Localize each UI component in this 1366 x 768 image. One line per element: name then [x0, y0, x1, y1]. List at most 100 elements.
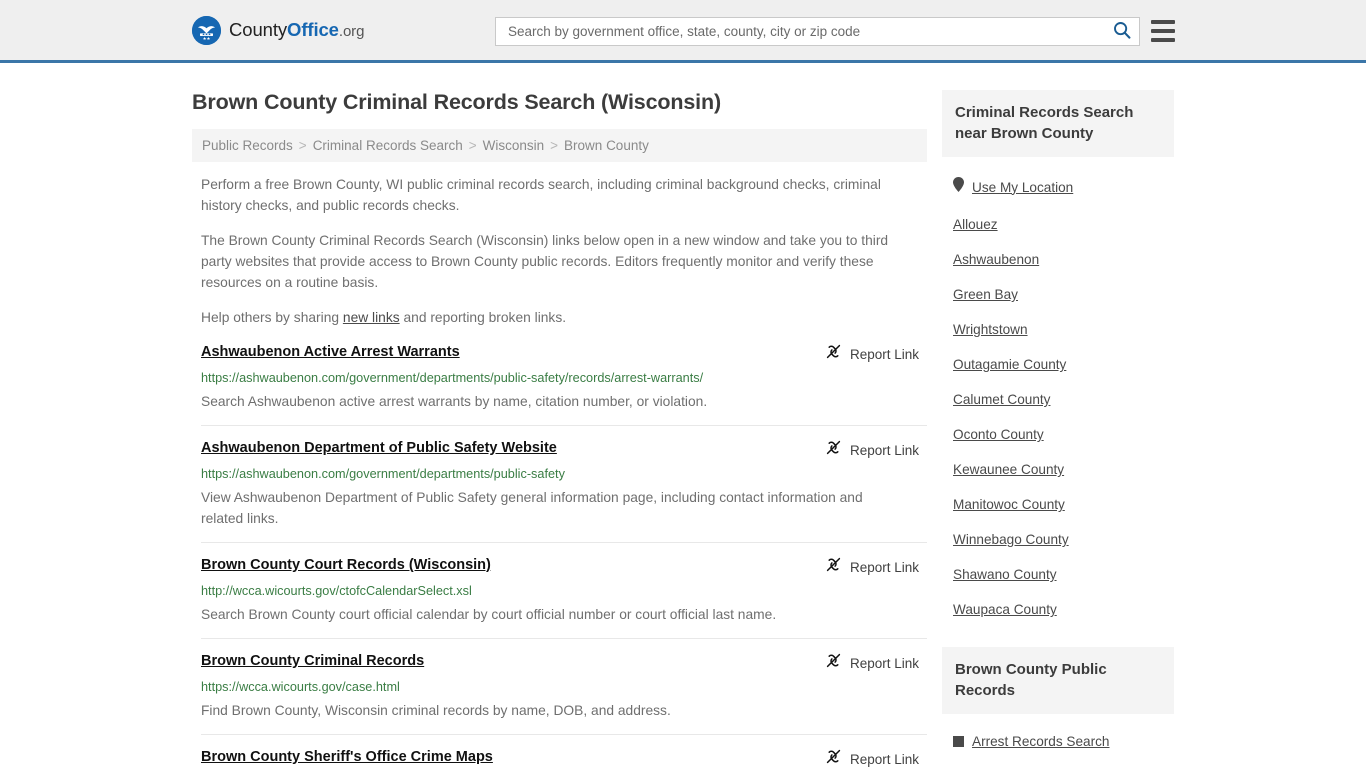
report-link-label: Report Link — [849, 559, 919, 575]
breadcrumb-item-public-records[interactable]: Public Records — [202, 138, 293, 153]
page-title: Brown County Criminal Records Search (Wi… — [192, 90, 721, 114]
breadcrumb: Public Records > Criminal Records Search > W… — [192, 129, 927, 162]
broken-link-icon — [825, 748, 842, 768]
result-url: https://ashwaubenon.com/government/depar… — [201, 371, 704, 385]
help-share-line: Help others by sharing new links and rep… — [192, 307, 927, 328]
sidebar-item-manitowoc-county[interactable]: Manitowoc County — [942, 497, 1174, 512]
site-header: ★★★ ★★ CountyOffice.org — [0, 0, 1366, 63]
menu-bar-1 — [1151, 20, 1175, 24]
sidebar-link-label[interactable]: Winnebago County — [953, 532, 1069, 547]
result-title-link[interactable]: Ashwaubenon Active Arrest Warrants — [201, 342, 460, 362]
sidebar-item-calumet-county[interactable]: Calumet County — [942, 392, 1174, 407]
logo-wordmark: CountyOffice.org — [229, 19, 364, 41]
help-share-prefix: Help others by sharing — [201, 310, 343, 325]
report-link-button[interactable]: Report Link — [825, 748, 919, 768]
result-item: Ashwaubenon Active Arrest Warrants Repor… — [201, 342, 927, 426]
breadcrumb-item-criminal-records-search[interactable]: Criminal Records Search — [313, 138, 463, 153]
result-description: Search Ashwaubenon active arrest warrant… — [201, 394, 708, 409]
sidebar-link-label[interactable]: Ashwaubenon — [953, 252, 1039, 267]
sidebar-item-outagamie-county[interactable]: Outagamie County — [942, 357, 1174, 372]
new-links-link[interactable]: new links — [343, 310, 400, 325]
result-url: http://wcca.wicourts.gov/ctofcCalendarSe… — [201, 584, 472, 598]
search-box[interactable] — [495, 17, 1140, 46]
report-link-label: Report Link — [849, 442, 919, 458]
logo-text-county: County — [229, 19, 288, 40]
result-title-link[interactable]: Brown County Court Records (Wisconsin) — [201, 555, 491, 575]
result-description: Search Brown County court official calen… — [201, 607, 777, 622]
sidebar-public-records-list: Arrest Records Search — [942, 734, 1174, 749]
map-pin-icon — [953, 177, 964, 197]
search-area — [495, 17, 1140, 46]
sidebar-link-label[interactable]: Green Bay — [953, 287, 1018, 302]
sidebar-item-use-my-location[interactable]: Use My Location — [942, 177, 1174, 197]
sidebar-item-ashwaubenon[interactable]: Ashwaubenon — [942, 252, 1174, 267]
result-title-link[interactable]: Brown County Sheriff's Office Crime Maps — [201, 747, 493, 767]
site-logo[interactable]: ★★★ ★★ CountyOffice.org — [192, 15, 364, 45]
sidebar-item-allouez[interactable]: Allouez — [942, 217, 1174, 232]
svg-text:★★: ★★ — [203, 36, 211, 42]
result-url: https://ashwaubenon.com/government/depar… — [201, 467, 565, 481]
breadcrumb-separator-3: > — [550, 138, 559, 153]
result-description: Find Brown County, Wisconsin criminal re… — [201, 703, 671, 718]
intro-paragraph-1: Perform a free Brown County, WI public c… — [201, 177, 881, 213]
broken-link-icon — [825, 652, 842, 674]
logo-text-org: .org — [338, 23, 365, 40]
sidebar-item-green-bay[interactable]: Green Bay — [942, 287, 1174, 302]
hamburger-menu-icon[interactable] — [1151, 20, 1175, 42]
results-list: Ashwaubenon Active Arrest Warrants Repor… — [192, 342, 927, 768]
sidebar-item-wrightstown[interactable]: Wrightstown — [942, 322, 1174, 337]
sidebar-link-label[interactable]: Waupaca County — [953, 602, 1057, 617]
report-link-label: Report Link — [849, 751, 919, 767]
sidebar-item-oconto-county[interactable]: Oconto County — [942, 427, 1174, 442]
sidebar-item-winnebago-county[interactable]: Winnebago County — [942, 532, 1174, 547]
sidebar-link-label[interactable]: Manitowoc County — [953, 497, 1065, 512]
sidebar-nearby-list: Use My Location Allouez Ashwaubenon Gree… — [942, 177, 1174, 617]
sidebar-link-label[interactable]: Calumet County — [953, 392, 1050, 407]
eagle-seal-icon: ★★★ ★★ — [192, 15, 221, 45]
sidebar-link-label[interactable]: Use My Location — [972, 180, 1073, 195]
page-body: Brown County Criminal Records Search (Wi… — [0, 63, 1366, 768]
sidebar-item-kewaunee-county[interactable]: Kewaunee County — [942, 462, 1174, 477]
search-button[interactable] — [1111, 21, 1133, 42]
search-icon — [1113, 21, 1131, 42]
search-input[interactable] — [506, 18, 1111, 45]
sidebar-link-label[interactable]: Kewaunee County — [953, 462, 1064, 477]
report-link-button[interactable]: Report Link — [825, 439, 919, 461]
result-item: Brown County Sheriff's Office Crime Maps… — [201, 747, 927, 768]
result-header: Brown County Criminal Records Report Lin… — [201, 651, 927, 674]
sidebar-item-shawano-county[interactable]: Shawano County — [942, 567, 1174, 582]
result-title-link[interactable]: Ashwaubenon Department of Public Safety … — [201, 438, 557, 458]
square-bullet-icon — [953, 736, 964, 747]
report-link-label: Report Link — [849, 346, 919, 362]
sidebar-link-label[interactable]: Allouez — [953, 217, 998, 232]
broken-link-icon — [825, 343, 842, 365]
sidebar-item-arrest-records-search[interactable]: Arrest Records Search — [942, 734, 1174, 749]
sidebar-link-label[interactable]: Arrest Records Search — [972, 734, 1110, 749]
report-link-button[interactable]: Report Link — [825, 556, 919, 578]
logo-text-office: Office — [287, 19, 339, 40]
help-share-suffix: and reporting broken links. — [399, 310, 567, 325]
menu-bar-3 — [1151, 38, 1175, 42]
sidebar-heading-public-records: Brown County Public Records — [942, 647, 1174, 714]
report-link-label: Report Link — [849, 655, 919, 671]
result-header: Brown County Sheriff's Office Crime Maps… — [201, 747, 927, 768]
sidebar: Criminal Records Search near Brown Count… — [942, 63, 1174, 749]
breadcrumb-separator-1: > — [298, 138, 307, 153]
intro-paragraph-2: The Brown County Criminal Records Search… — [201, 233, 889, 290]
broken-link-icon — [825, 556, 842, 578]
sidebar-link-label[interactable]: Wrightstown — [953, 322, 1028, 337]
sidebar-link-label[interactable]: Outagamie County — [953, 357, 1066, 372]
result-item: Ashwaubenon Department of Public Safety … — [201, 438, 927, 543]
result-url: https://wcca.wicourts.gov/case.html — [201, 680, 400, 694]
result-title-link[interactable]: Brown County Criminal Records — [201, 651, 424, 671]
broken-link-icon — [825, 439, 842, 461]
result-header: Ashwaubenon Active Arrest Warrants Repor… — [201, 342, 927, 365]
report-link-button[interactable]: Report Link — [825, 343, 919, 365]
sidebar-link-label[interactable]: Shawano County — [953, 567, 1057, 582]
sidebar-link-label[interactable]: Oconto County — [953, 427, 1044, 442]
breadcrumb-item-wisconsin[interactable]: Wisconsin — [483, 138, 545, 153]
sidebar-heading-nearby: Criminal Records Search near Brown Count… — [942, 90, 1174, 157]
result-header: Brown County Court Records (Wisconsin) R… — [201, 555, 927, 578]
sidebar-item-waupaca-county[interactable]: Waupaca County — [942, 602, 1174, 617]
report-link-button[interactable]: Report Link — [825, 652, 919, 674]
